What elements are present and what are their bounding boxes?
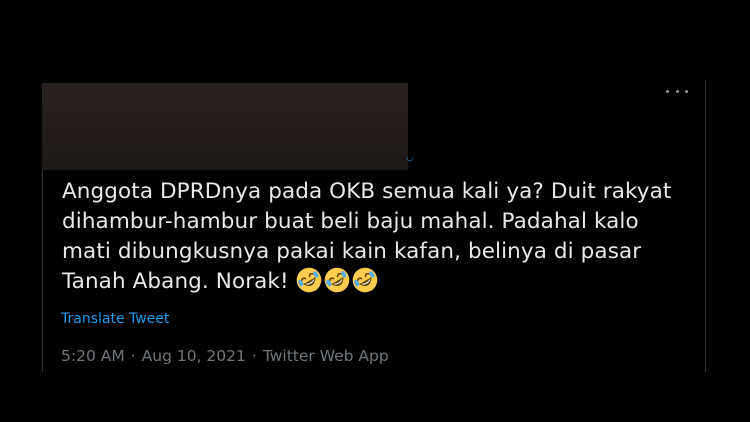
tweet-metadata: 5:20 AM · Aug 10, 2021 · Twitter Web App [61,346,389,366]
tweet-date[interactable]: Aug 10, 2021 [142,347,246,365]
card-border-left [42,168,43,372]
meta-separator: · [130,347,136,365]
tweet-source: Twitter Web App [262,347,389,365]
more-dot [666,89,669,93]
tweet-text: Anggota DPRDnya pada OKB semua kali ya? … [62,177,682,297]
tweet-time[interactable]: 5:20 AM [61,347,125,365]
card-border-right [705,80,706,372]
rolling-on-floor-laughing-icon [296,267,321,293]
tweet-line-3: mati dibungkusnya pakai kain kafan, beli… [62,239,642,264]
tweet-line-1: Anggota DPRDnya pada OKB semua kali ya? … [62,179,672,204]
tweet-line-4: Tanah Abang. Norak! [62,269,296,294]
more-dot [675,89,679,93]
meta-separator: · [251,347,257,365]
verified-badge-icon: ◡ [406,153,414,163]
more-options-icon[interactable] [666,84,688,98]
rolling-on-floor-laughing-icon [324,267,349,293]
tweet-page: ◡ Anggota DPRDnya pada OKB semua kali ya… [0,0,750,422]
tweet-line-2: dihambur-hambur buat beli baju mahal. Pa… [62,209,639,234]
more-dot [685,89,688,93]
translate-tweet-link[interactable]: Translate Tweet [61,310,169,328]
rolling-on-floor-laughing-icon [352,267,377,293]
redacted-user-header [42,83,408,170]
